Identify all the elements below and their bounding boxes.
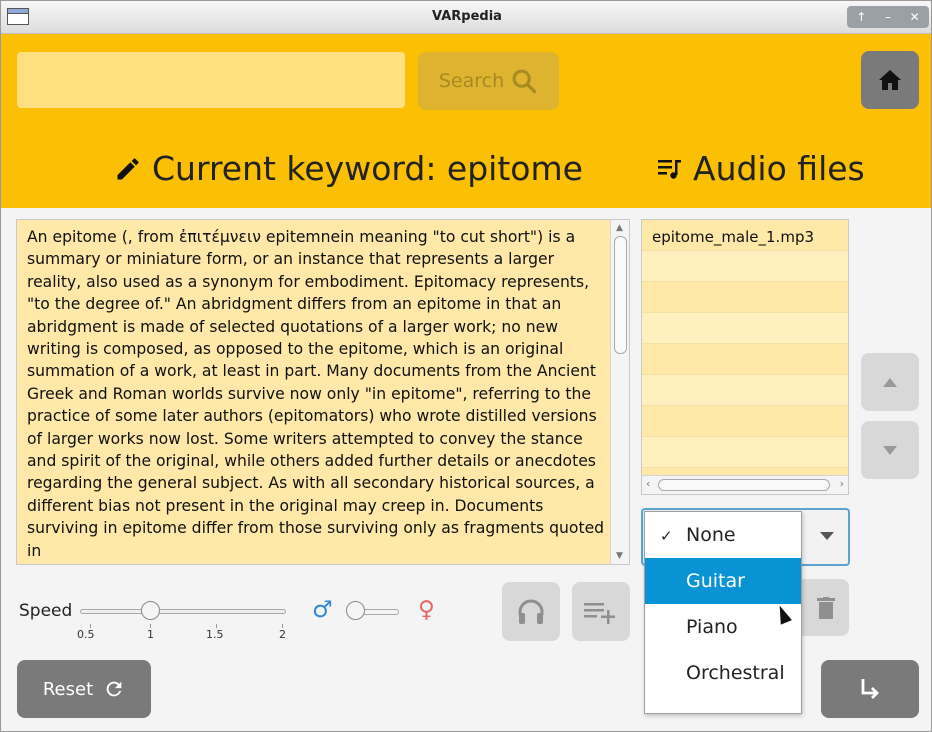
search-input[interactable]	[17, 52, 405, 108]
scroll-left-arrow-icon[interactable]: ‹	[646, 477, 650, 490]
dropdown-option-label: Orchestral	[686, 662, 785, 684]
list-item	[642, 344, 848, 375]
dropdown-option-label: Piano	[686, 616, 738, 638]
voice-toggle-thumb[interactable]	[346, 601, 365, 620]
add-to-playlist-button[interactable]	[572, 582, 630, 641]
home-icon	[879, 70, 901, 90]
window-minimize-icon[interactable]: –	[885, 10, 891, 24]
move-up-button[interactable]	[861, 353, 919, 411]
dropdown-option-label: Guitar	[686, 570, 745, 592]
window-close-icon[interactable]: ✕	[910, 10, 920, 24]
list-item	[642, 406, 848, 437]
speed-tick-label: 1.5	[206, 628, 224, 641]
list-scrollbar-thumb[interactable]	[658, 479, 830, 491]
home-button[interactable]	[861, 51, 919, 109]
playlist-add-icon	[584, 602, 615, 624]
male-icon: ♂	[312, 597, 333, 623]
current-keyword-heading: Current keyword: epitome	[114, 149, 583, 188]
delete-button[interactable]	[802, 579, 849, 636]
scroll-right-arrow-icon[interactable]: ›	[840, 477, 844, 490]
reset-button-label: Reset	[42, 678, 94, 700]
scroll-down-arrow-icon[interactable]: ▼	[616, 551, 623, 561]
pencil-icon	[117, 157, 139, 179]
dropdown-option-orchestral[interactable]: Orchestral	[645, 650, 801, 696]
list-item	[642, 375, 848, 406]
headphones-icon	[518, 599, 544, 624]
current-keyword-text: Current keyword: epitome	[152, 149, 583, 188]
list-item	[642, 251, 848, 282]
speed-slider-thumb[interactable]	[141, 601, 160, 620]
move-down-button[interactable]	[861, 421, 919, 479]
dropdown-option-label: None	[686, 524, 736, 546]
audio-files-rows: epitome_male_1.mp3	[642, 220, 848, 494]
text-scrollbar-thumb[interactable]	[614, 236, 627, 354]
text-scrollbar[interactable]: ▲ ▼	[610, 220, 629, 564]
header-panel: Search Current keyword: epitome Audio fi…	[1, 34, 931, 208]
window-title: VARpedia	[432, 9, 502, 24]
list-item	[642, 313, 848, 344]
trash-icon	[816, 596, 835, 619]
dropdown-option-guitar[interactable]: Guitar	[645, 558, 801, 604]
speed-tick-label: 1	[147, 628, 154, 641]
app-window: VARpedia ↑ – ✕ Search Current keyword: e…	[0, 0, 932, 732]
check-icon: ✓	[660, 527, 673, 545]
article-text: An epitome (, from ἐπιτέμνειν epitemnein…	[27, 228, 605, 560]
next-button[interactable]	[821, 660, 919, 718]
audio-files-text: Audio files	[693, 149, 865, 188]
arrow-turn-right-icon	[861, 679, 879, 699]
search-icon	[512, 69, 537, 94]
window-maximize-icon[interactable]: ↑	[856, 10, 866, 24]
reset-button[interactable]: Reset	[17, 660, 151, 718]
refresh-icon	[106, 681, 122, 697]
playlist-music-icon	[658, 159, 681, 179]
caret-down-icon	[883, 445, 897, 455]
list-item[interactable]: epitome_male_1.mp3	[642, 220, 848, 251]
search-button[interactable]: Search	[418, 52, 559, 110]
listen-button[interactable]	[502, 582, 560, 641]
list-item	[642, 437, 848, 468]
speed-tick-label: 2	[279, 628, 286, 641]
audio-files-heading: Audio files	[657, 149, 865, 188]
speed-label: Speed	[19, 601, 73, 621]
speed-slider-track[interactable]	[80, 609, 286, 614]
female-icon: ♀	[418, 597, 435, 623]
chevron-down-icon[interactable]	[820, 532, 834, 540]
caret-up-icon	[883, 377, 897, 387]
article-text-area[interactable]: An epitome (, from ἐπιτέμνειν epitemnein…	[16, 219, 630, 565]
window-controls: ↑ – ✕	[847, 6, 929, 28]
dropdown-option-none[interactable]: ✓ None	[645, 512, 801, 558]
speed-tick-label: 0.5	[77, 628, 95, 641]
audio-files-list[interactable]: epitome_male_1.mp3 ‹ ›	[641, 219, 849, 495]
list-item	[642, 282, 848, 313]
scroll-up-arrow-icon[interactable]: ▲	[616, 223, 623, 233]
title-bar: VARpedia ↑ – ✕	[1, 1, 931, 34]
search-button-label: Search	[438, 70, 505, 92]
list-horizontal-scrollbar[interactable]: ‹ ›	[642, 475, 848, 494]
